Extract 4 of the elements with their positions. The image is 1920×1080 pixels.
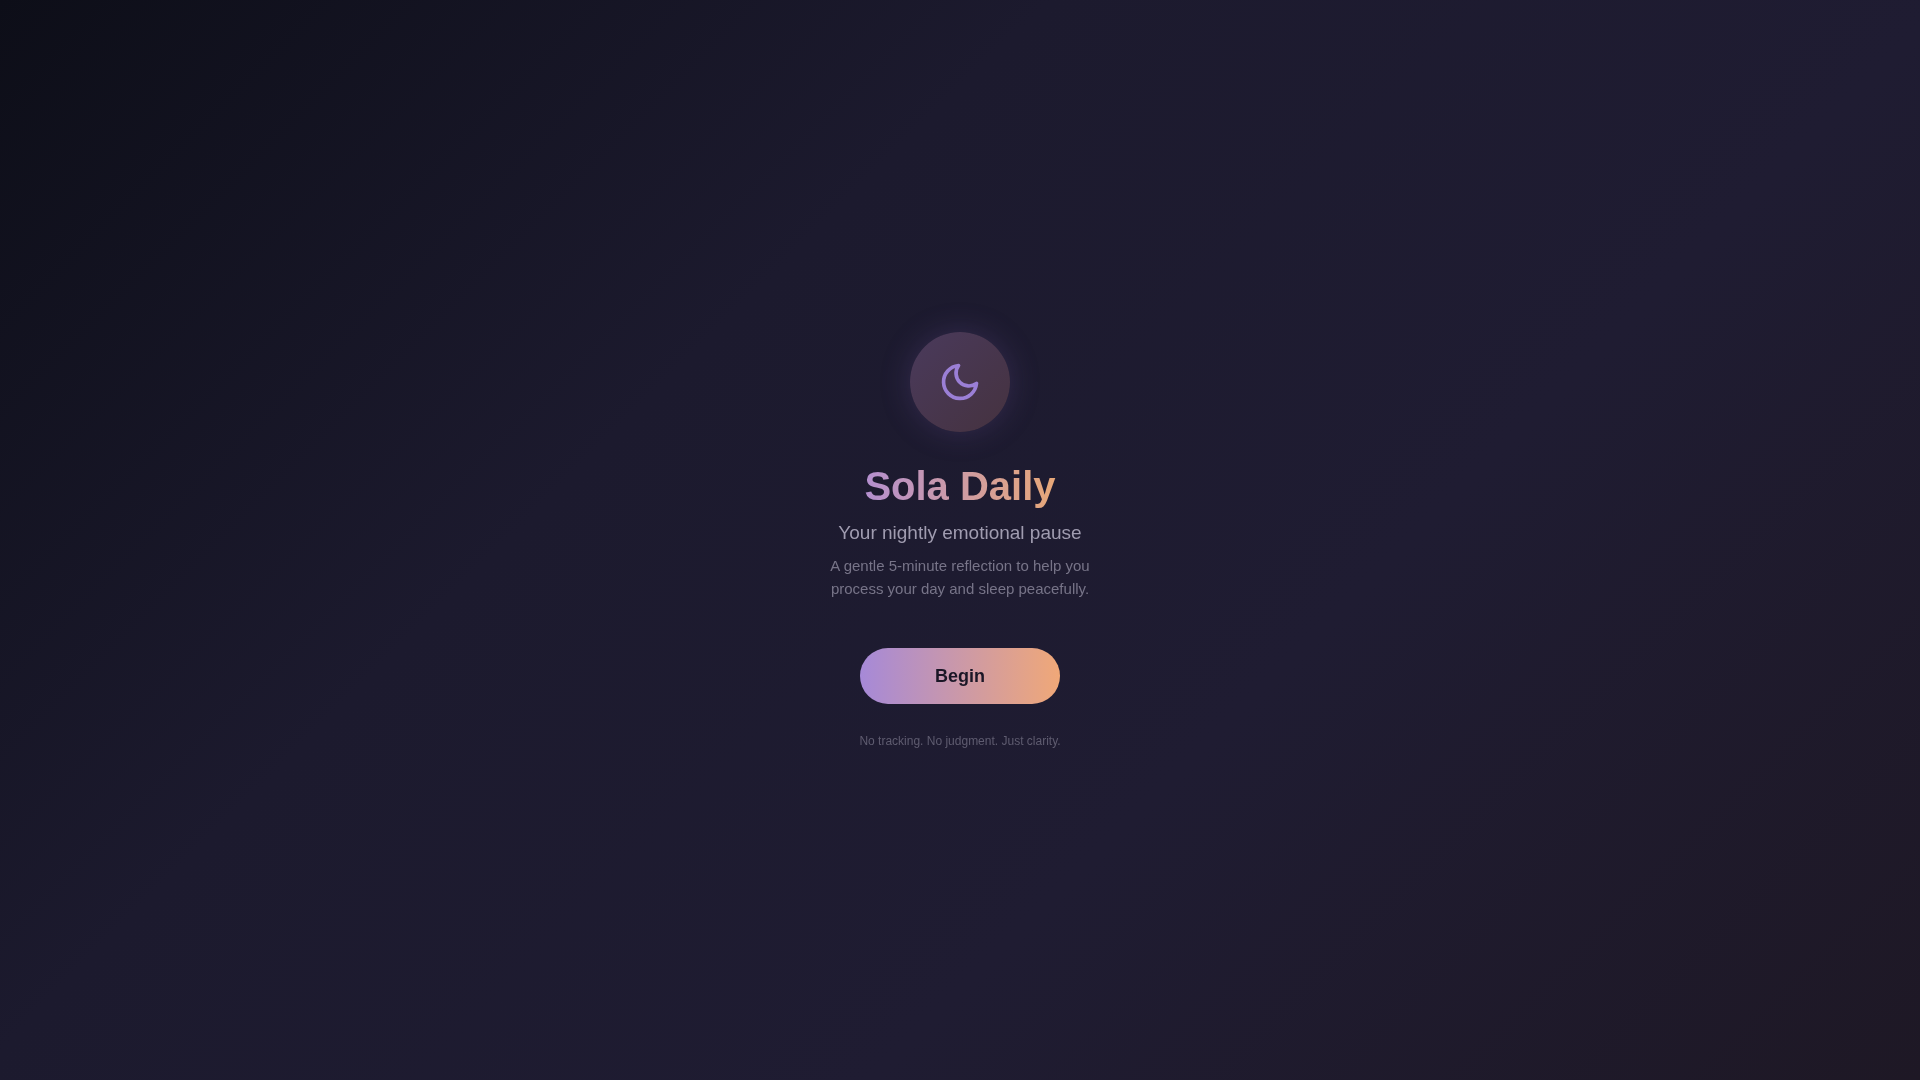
begin-button[interactable]: Begin: [860, 648, 1060, 704]
description: A gentle 5-minute reflection to help you process your day and sleep peacefully.: [829, 556, 1091, 599]
footer-note: No tracking. No judgment. Just clarity.: [859, 734, 1061, 748]
tagline: Your nightly emotional pause: [838, 522, 1082, 544]
